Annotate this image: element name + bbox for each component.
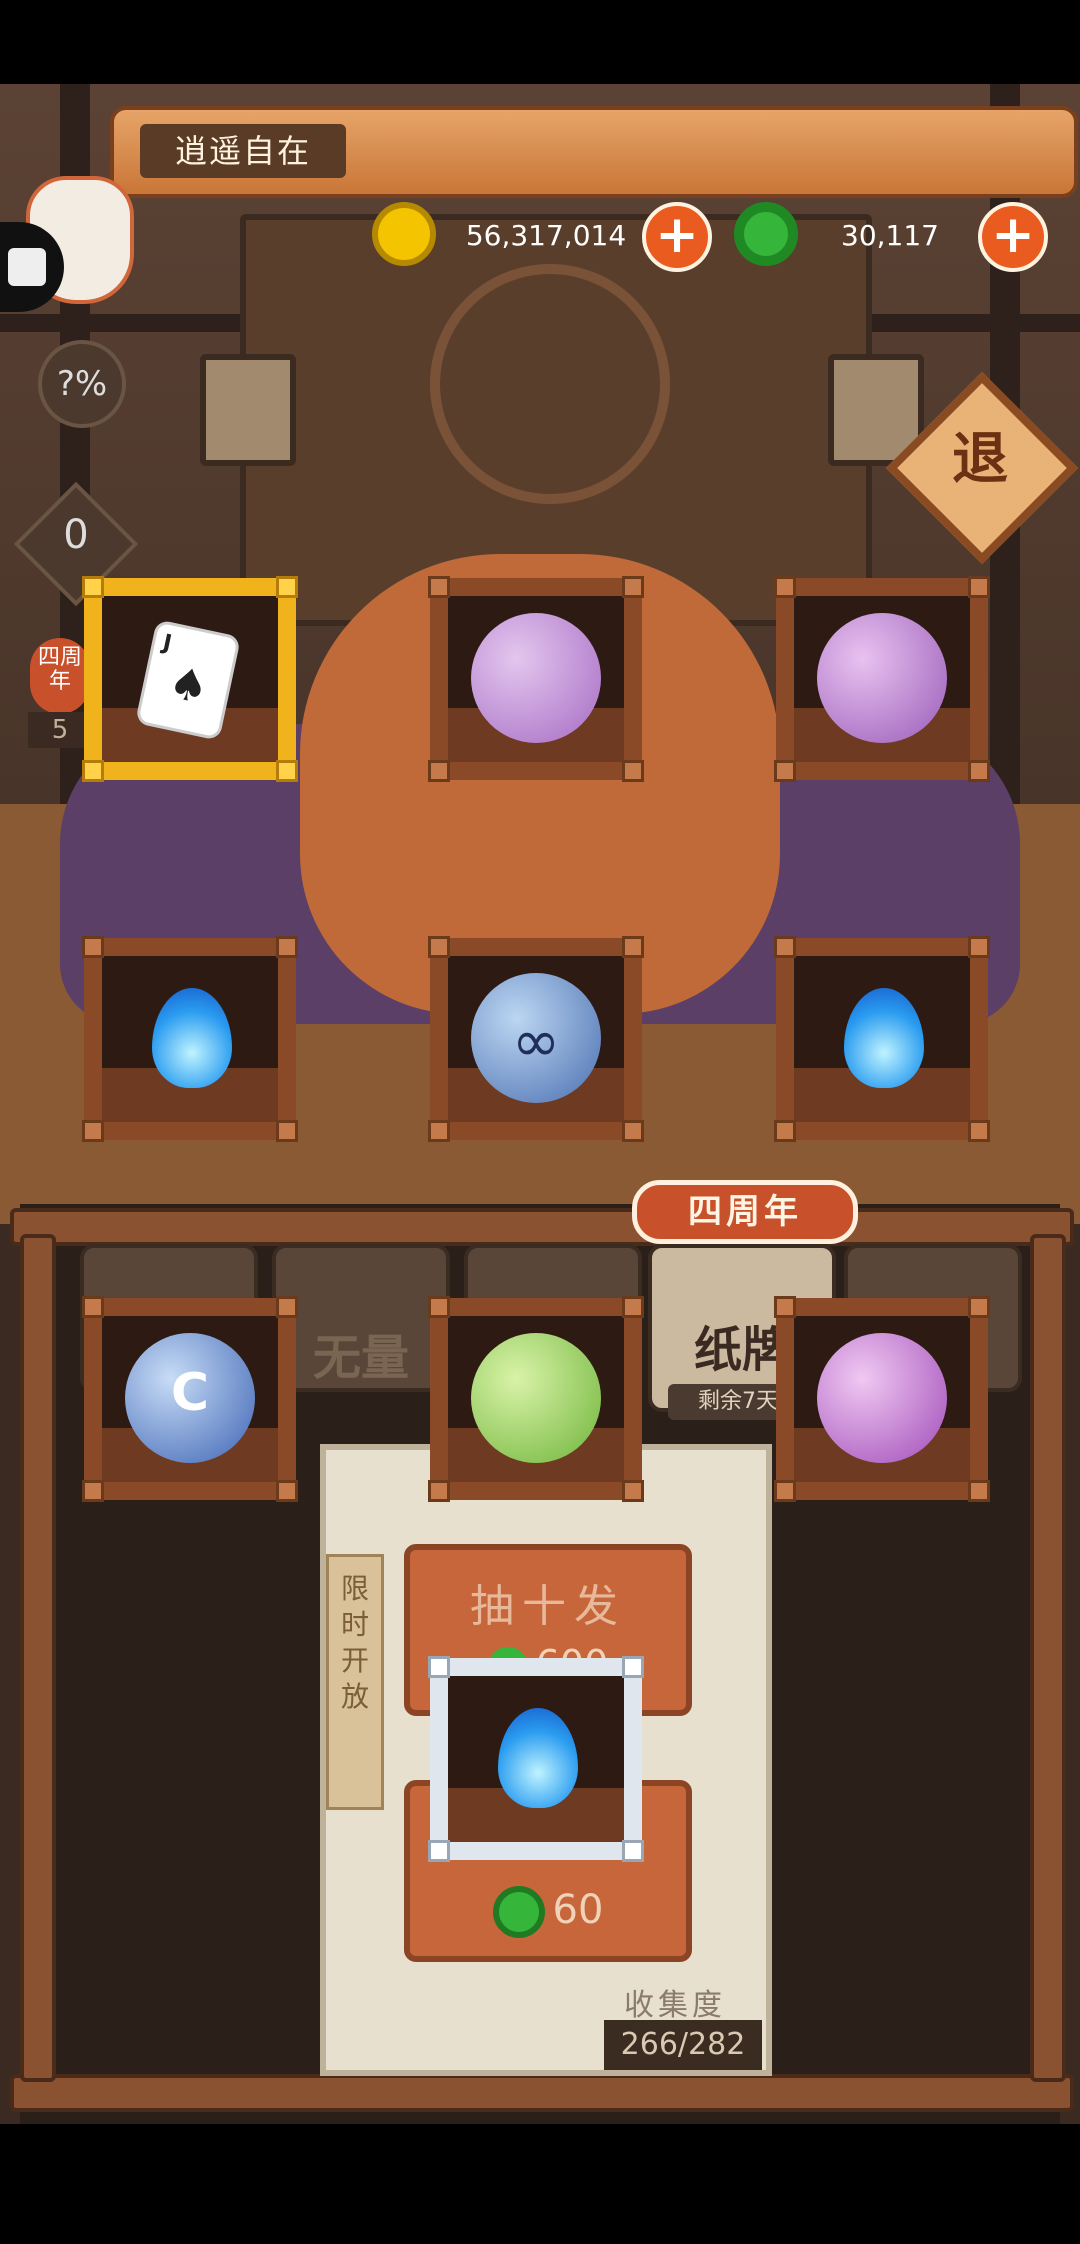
item-slot-10[interactable] bbox=[428, 1656, 644, 1862]
add-jade-button[interactable]: + bbox=[978, 202, 1048, 272]
puzzle-icon bbox=[8, 248, 46, 286]
draw-one-cost-row: 60 bbox=[410, 1886, 686, 1938]
spade-emblem bbox=[430, 264, 670, 504]
jade-coin-icon bbox=[492, 1886, 545, 1938]
spade-tile-icon bbox=[200, 354, 296, 466]
item-slot-4[interactable] bbox=[82, 936, 298, 1142]
counter-value: 0 bbox=[63, 512, 89, 558]
green-creature-orb-icon bbox=[471, 1333, 601, 1463]
cabinet-side bbox=[20, 1234, 56, 2082]
limited-time-text: 限时开放 bbox=[340, 1572, 369, 1713]
collection-value: 266/282 bbox=[604, 2020, 762, 2070]
cabinet-bottom-shelf bbox=[10, 2074, 1074, 2112]
infinity-orb-icon: ∞ bbox=[471, 973, 601, 1103]
item-slot-5[interactable]: ∞ bbox=[428, 936, 644, 1142]
status-bar bbox=[0, 0, 1080, 84]
item-slot-2[interactable] bbox=[428, 576, 644, 782]
odds-button[interactable]: ?% bbox=[38, 340, 126, 428]
anniversary-side-badge[interactable]: 四周年 bbox=[30, 638, 90, 714]
limited-time-tag: 限时开放 bbox=[326, 1554, 384, 1810]
item-slot-8[interactable] bbox=[428, 1296, 644, 1502]
owl-eye-orb-icon bbox=[817, 1333, 947, 1463]
jade-coin-icon bbox=[734, 202, 798, 266]
item-slot-1[interactable]: J ♠ bbox=[82, 576, 298, 782]
purple-carpet-orb-icon bbox=[471, 613, 601, 743]
cabinet-top-shelf bbox=[10, 1208, 1074, 1246]
jade-value: 30,117 bbox=[841, 219, 939, 252]
player-name: 逍遥自在 bbox=[174, 132, 311, 170]
tab-label: 无量 bbox=[312, 1330, 409, 1386]
item-slot-9[interactable] bbox=[774, 1296, 990, 1502]
navigation-bar bbox=[0, 2124, 1080, 2244]
gold-value: 56,317,014 bbox=[465, 219, 627, 252]
item-slot-6[interactable] bbox=[774, 936, 990, 1142]
partial-count: 5 bbox=[28, 712, 92, 748]
crescent-badge-orb-icon: C bbox=[125, 1333, 255, 1463]
mode-tab-wuliang[interactable]: 无量 bbox=[272, 1244, 450, 1392]
collection-label: 收集度 bbox=[624, 1988, 726, 2023]
exit-label: 退 bbox=[952, 427, 1008, 492]
item-slot-3[interactable] bbox=[774, 576, 990, 782]
item-slot-7[interactable]: C bbox=[82, 1296, 298, 1502]
gold-coin-icon bbox=[372, 202, 436, 266]
demon-mask-orb-icon bbox=[817, 613, 947, 743]
anniversary-banner: 四周年 bbox=[632, 1180, 858, 1244]
cabinet-side bbox=[1030, 1234, 1066, 2082]
draw-one-cost: 60 bbox=[552, 1887, 604, 1933]
draw-ten-label: 抽十发 bbox=[470, 1581, 626, 1632]
add-gold-button[interactable]: + bbox=[642, 202, 712, 272]
